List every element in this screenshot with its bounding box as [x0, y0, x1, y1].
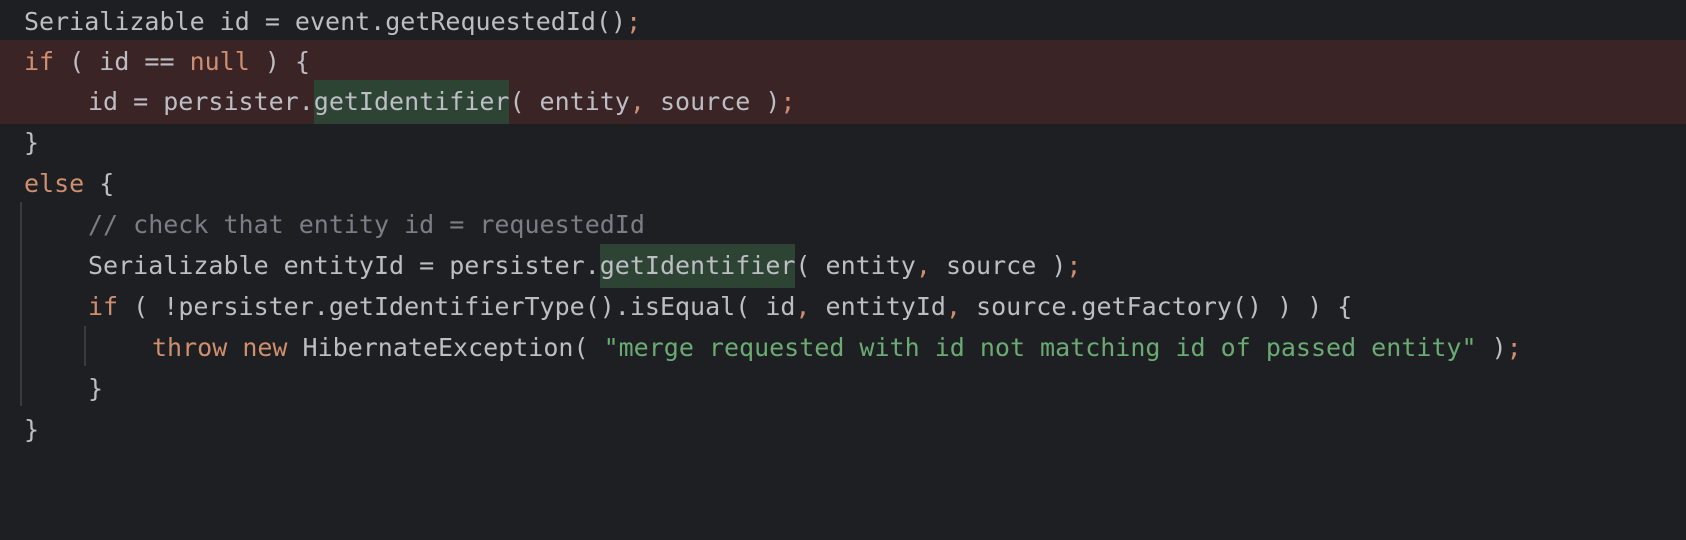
code-token: throw: [152, 333, 228, 362]
code-token: source.getFactory() ) ) {: [961, 292, 1353, 321]
code-token: ;: [1066, 251, 1082, 280]
line-7-code: Serializable entityId = persister.getIde…: [88, 244, 1081, 288]
code-line-8[interactable]: if ( !persister.getIdentifierType().isEq…: [0, 285, 1686, 329]
code-token: // check that entity id = requestedId: [88, 210, 645, 239]
line-6-code: // check that entity id = requestedId: [88, 203, 645, 247]
code-token: ( !persister.getIdentifierType().isEqual…: [118, 292, 796, 321]
code-line-9[interactable]: throw new HibernateException( "merge req…: [0, 326, 1686, 370]
code-token: null: [189, 47, 250, 76]
code-token: else: [24, 169, 85, 198]
line-5-code: else {: [24, 162, 114, 206]
code-token: ,: [915, 251, 931, 280]
code-line-5[interactable]: else {: [0, 162, 1686, 206]
line-3-code: id = persister.getIdentifier( entity, so…: [88, 80, 795, 124]
line-8-code: if ( !persister.getIdentifierType().isEq…: [88, 285, 1352, 329]
code-token: source ): [930, 251, 1067, 280]
code-line-10[interactable]: }: [0, 367, 1686, 411]
code-token: ): [1476, 333, 1507, 362]
code-token: new: [242, 333, 288, 362]
code-token: ) {: [249, 47, 311, 76]
code-token: ( entity: [509, 87, 630, 116]
code-token: ,: [945, 292, 962, 321]
code-token: }: [24, 415, 40, 444]
code-token: }: [24, 128, 40, 157]
line-2-code: if ( id == null ) {: [24, 40, 310, 84]
code-line-3[interactable]: id = persister.getIdentifier( entity, so…: [0, 80, 1686, 124]
code-token: ;: [1506, 333, 1522, 362]
code-token: if: [88, 292, 119, 321]
code-line-2[interactable]: if ( id == null ) {: [0, 40, 1686, 84]
code-token: source ): [644, 87, 781, 116]
line-11-code: }: [24, 408, 39, 452]
code-token: ( id ==: [54, 47, 190, 76]
code-line-6[interactable]: // check that entity id = requestedId: [0, 203, 1686, 247]
usage-highlight-token: getIdentifier: [313, 80, 510, 124]
code-token: if: [24, 47, 55, 76]
code-token: Serializable id = event.getRequestedId(): [24, 7, 627, 36]
code-editor[interactable]: Serializable id = event.getRequestedId()…: [0, 0, 1686, 490]
code-token: ;: [626, 7, 642, 36]
code-token: id = persister.: [88, 87, 314, 116]
code-token: entityId: [810, 292, 946, 321]
code-token: HibernateException(: [287, 333, 604, 362]
line-1-code: Serializable id = event.getRequestedId()…: [24, 0, 641, 44]
line-4-code: }: [24, 121, 39, 165]
line-9-code: throw new HibernateException( "merge req…: [152, 326, 1522, 370]
code-line-7[interactable]: Serializable entityId = persister.getIde…: [0, 244, 1686, 288]
line-10-code: }: [88, 367, 103, 411]
code-token: "merge requested with id not matching id…: [603, 333, 1477, 362]
code-token: {: [84, 169, 115, 198]
code-token: ,: [629, 87, 645, 116]
code-token: ;: [780, 87, 796, 116]
code-token: ( entity: [795, 251, 916, 280]
usage-highlight-token: getIdentifier: [599, 244, 796, 288]
code-token: Serializable entityId = persister.: [88, 251, 600, 280]
code-line-11[interactable]: }: [0, 408, 1686, 452]
code-line-1[interactable]: Serializable id = event.getRequestedId()…: [0, 0, 1686, 44]
code-token: ,: [795, 292, 811, 321]
code-token: }: [88, 374, 104, 403]
code-line-4[interactable]: }: [0, 121, 1686, 165]
